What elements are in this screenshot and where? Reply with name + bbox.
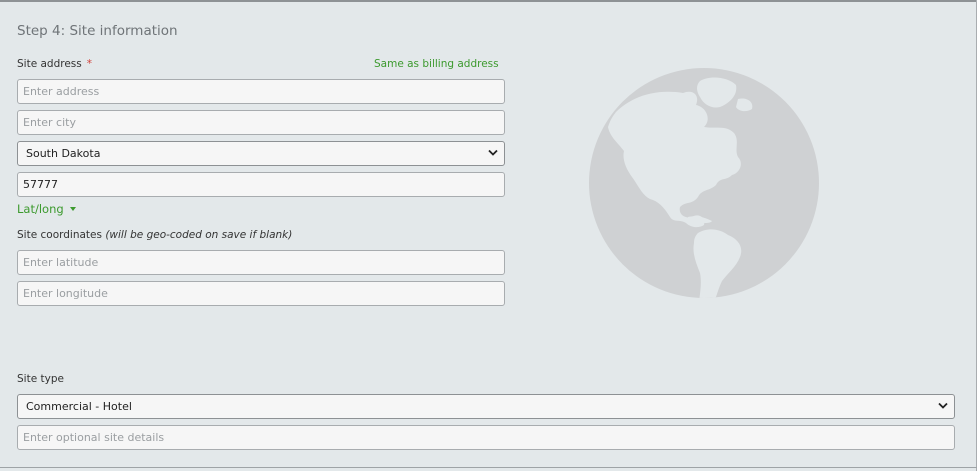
zip-input[interactable] xyxy=(17,172,505,197)
site-type-select-value: Commercial - Hotel xyxy=(26,400,132,413)
latitude-input[interactable] xyxy=(17,250,505,275)
longitude-input[interactable] xyxy=(17,281,505,306)
top-divider xyxy=(0,0,977,2)
chevron-down-icon xyxy=(488,149,498,156)
latlong-toggle[interactable]: Lat/long xyxy=(17,202,76,216)
same-as-billing-link[interactable]: Same as billing address xyxy=(374,58,499,70)
site-type-select[interactable]: Commercial - Hotel xyxy=(17,394,955,419)
geocode-note: (will be geo-coded on save if blank) xyxy=(105,229,293,241)
site-coordinates-label: Site coordinates (will be geo-coded on s… xyxy=(17,229,292,241)
globe-icon xyxy=(589,68,819,298)
caret-down-icon xyxy=(69,207,76,211)
address-input[interactable] xyxy=(17,79,505,104)
required-asterisk: * xyxy=(86,58,92,70)
site-details-input[interactable] xyxy=(17,425,955,450)
site-coordinates-label-text: Site coordinates xyxy=(17,229,102,241)
chevron-down-icon xyxy=(938,402,948,409)
state-select[interactable]: South Dakota xyxy=(17,141,505,166)
site-address-label: Site address * xyxy=(17,58,92,70)
site-address-label-text: Site address xyxy=(17,58,82,70)
city-input[interactable] xyxy=(17,110,505,135)
state-select-value: South Dakota xyxy=(26,147,101,160)
step-title: Step 4: Site information xyxy=(17,23,178,39)
site-type-label: Site type xyxy=(17,373,64,385)
latlong-toggle-label: Lat/long xyxy=(17,202,64,216)
bottom-divider xyxy=(0,467,977,468)
